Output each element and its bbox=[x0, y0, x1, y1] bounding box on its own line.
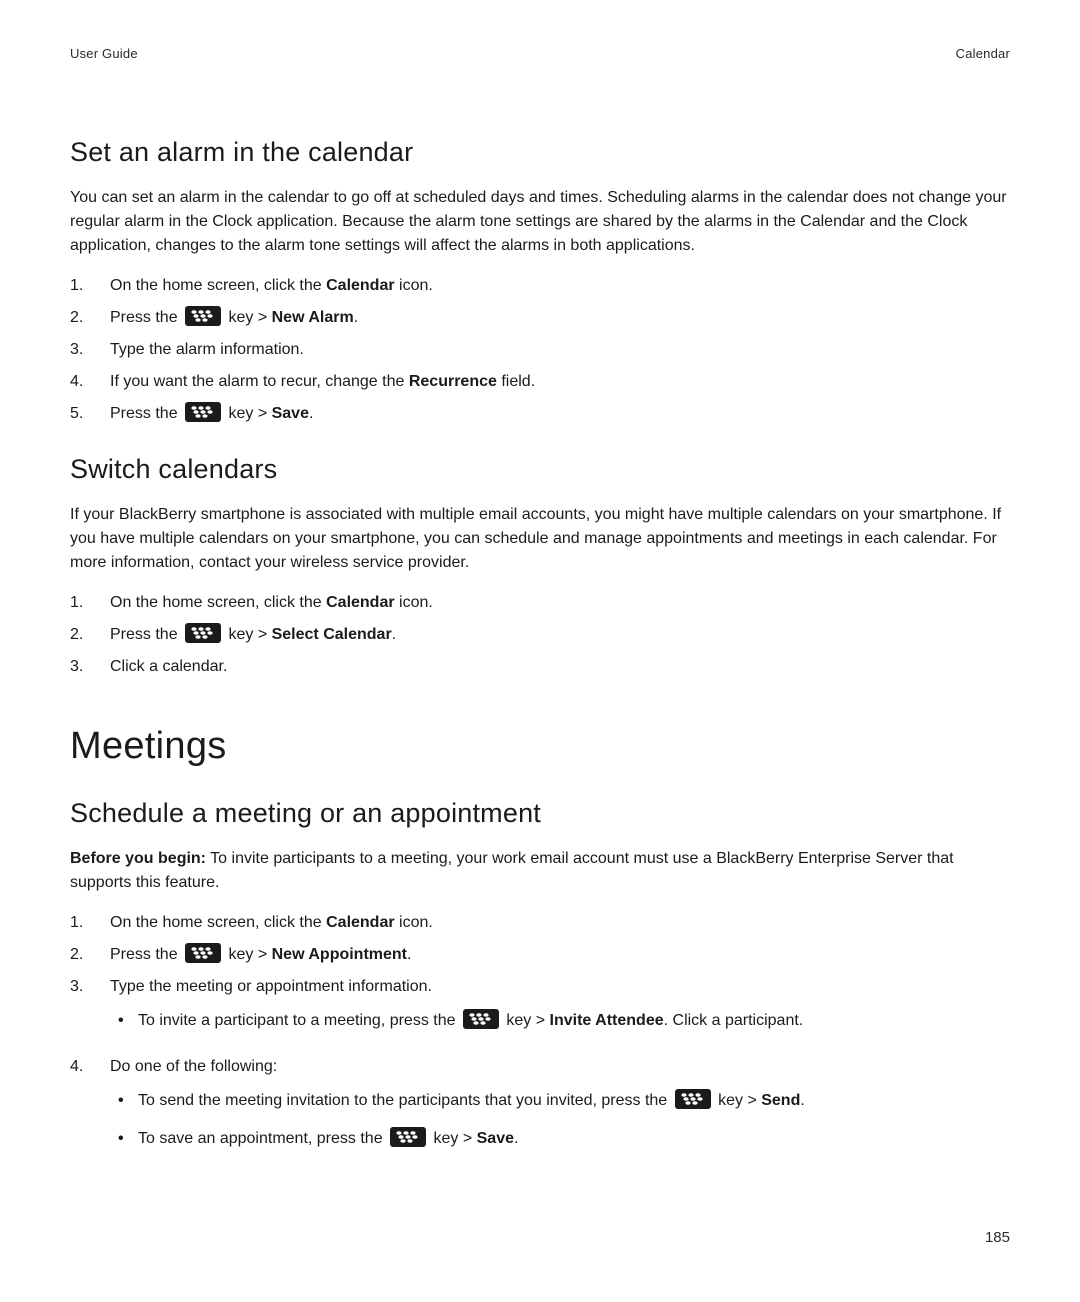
schedule-before: Before you begin: To invite participants… bbox=[70, 847, 1010, 895]
schedule-step-3: 3. Type the meeting or appointment infor… bbox=[70, 975, 1010, 1047]
header-right: Calendar bbox=[956, 46, 1010, 61]
step-text: On the home screen, click the Calendar i… bbox=[110, 274, 1010, 298]
alarm-step-5: 5. Press the key > Save. bbox=[70, 402, 1010, 426]
schedule-step-4: 4. Do one of the following: To send the … bbox=[70, 1055, 1010, 1165]
switch-step-3: 3. Click a calendar. bbox=[70, 655, 1010, 679]
header-left: User Guide bbox=[70, 46, 138, 61]
switch-intro: If your BlackBerry smartphone is associa… bbox=[70, 503, 1010, 575]
before-you-begin-label: Before you begin: bbox=[70, 850, 206, 867]
step-number: 4. bbox=[70, 1055, 110, 1079]
menu-key-icon bbox=[463, 1009, 499, 1029]
schedule-step-4-sub-1: To send the meeting invitation to the pa… bbox=[110, 1089, 1010, 1113]
switch-steps: 1. On the home screen, click the Calenda… bbox=[70, 591, 1010, 679]
alarm-step-4: 4. If you want the alarm to recur, chang… bbox=[70, 370, 1010, 394]
step-text: On the home screen, click the Calendar i… bbox=[110, 591, 1010, 615]
switch-step-2: 2. Press the key > Select Calendar. bbox=[70, 623, 1010, 647]
switch-step-1: 1. On the home screen, click the Calenda… bbox=[70, 591, 1010, 615]
page: User Guide Calendar Set an alarm in the … bbox=[0, 0, 1080, 1302]
schedule-step-4-sub-2: To save an appointment, press the key > … bbox=[110, 1127, 1010, 1151]
step-text: Press the key > Save. bbox=[110, 402, 1010, 426]
chapter-heading-meetings: Meetings bbox=[70, 725, 1010, 768]
page-number: 185 bbox=[70, 1229, 1010, 1246]
step-text: Type the meeting or appointment informat… bbox=[110, 975, 1010, 1047]
step-number: 3. bbox=[70, 655, 110, 679]
step-text: Type the alarm information. bbox=[110, 338, 1010, 362]
section-heading-schedule: Schedule a meeting or an appointment bbox=[70, 798, 1010, 829]
step-number: 1. bbox=[70, 911, 110, 935]
step-text: Press the key > New Alarm. bbox=[110, 306, 1010, 330]
step-text: If you want the alarm to recur, change t… bbox=[110, 370, 1010, 394]
step-number: 3. bbox=[70, 338, 110, 362]
schedule-step-3-sub: To invite a participant to a meeting, pr… bbox=[110, 1009, 1010, 1033]
step-number: 2. bbox=[70, 623, 110, 647]
alarm-steps: 1. On the home screen, click the Calenda… bbox=[70, 274, 1010, 426]
step-number: 5. bbox=[70, 402, 110, 426]
step-text: On the home screen, click the Calendar i… bbox=[110, 911, 1010, 935]
menu-key-icon bbox=[185, 306, 221, 326]
schedule-steps: 1. On the home screen, click the Calenda… bbox=[70, 911, 1010, 1165]
menu-key-icon bbox=[390, 1127, 426, 1147]
running-header: User Guide Calendar bbox=[70, 46, 1010, 61]
alarm-step-2: 2. Press the key > New Alarm. bbox=[70, 306, 1010, 330]
alarm-step-1: 1. On the home screen, click the Calenda… bbox=[70, 274, 1010, 298]
schedule-step-1: 1. On the home screen, click the Calenda… bbox=[70, 911, 1010, 935]
step-text: Do one of the following: To send the mee… bbox=[110, 1055, 1010, 1165]
step-text: Click a calendar. bbox=[110, 655, 1010, 679]
step-number: 2. bbox=[70, 306, 110, 330]
step-number: 2. bbox=[70, 943, 110, 967]
step-text: Press the key > Select Calendar. bbox=[110, 623, 1010, 647]
schedule-step-4-sub: To send the meeting invitation to the pa… bbox=[110, 1089, 1010, 1151]
schedule-step-2: 2. Press the key > New Appointment. bbox=[70, 943, 1010, 967]
menu-key-icon bbox=[185, 623, 221, 643]
step-number: 3. bbox=[70, 975, 110, 999]
alarm-step-3: 3. Type the alarm information. bbox=[70, 338, 1010, 362]
menu-key-icon bbox=[185, 402, 221, 422]
step-number: 1. bbox=[70, 591, 110, 615]
step-number: 1. bbox=[70, 274, 110, 298]
schedule-step-3-sub-1: To invite a participant to a meeting, pr… bbox=[110, 1009, 1010, 1033]
step-number: 4. bbox=[70, 370, 110, 394]
section-heading-alarm: Set an alarm in the calendar bbox=[70, 137, 1010, 168]
step-text: Press the key > New Appointment. bbox=[110, 943, 1010, 967]
alarm-intro: You can set an alarm in the calendar to … bbox=[70, 186, 1010, 258]
section-heading-switch: Switch calendars bbox=[70, 454, 1010, 485]
menu-key-icon bbox=[675, 1089, 711, 1109]
menu-key-icon bbox=[185, 943, 221, 963]
